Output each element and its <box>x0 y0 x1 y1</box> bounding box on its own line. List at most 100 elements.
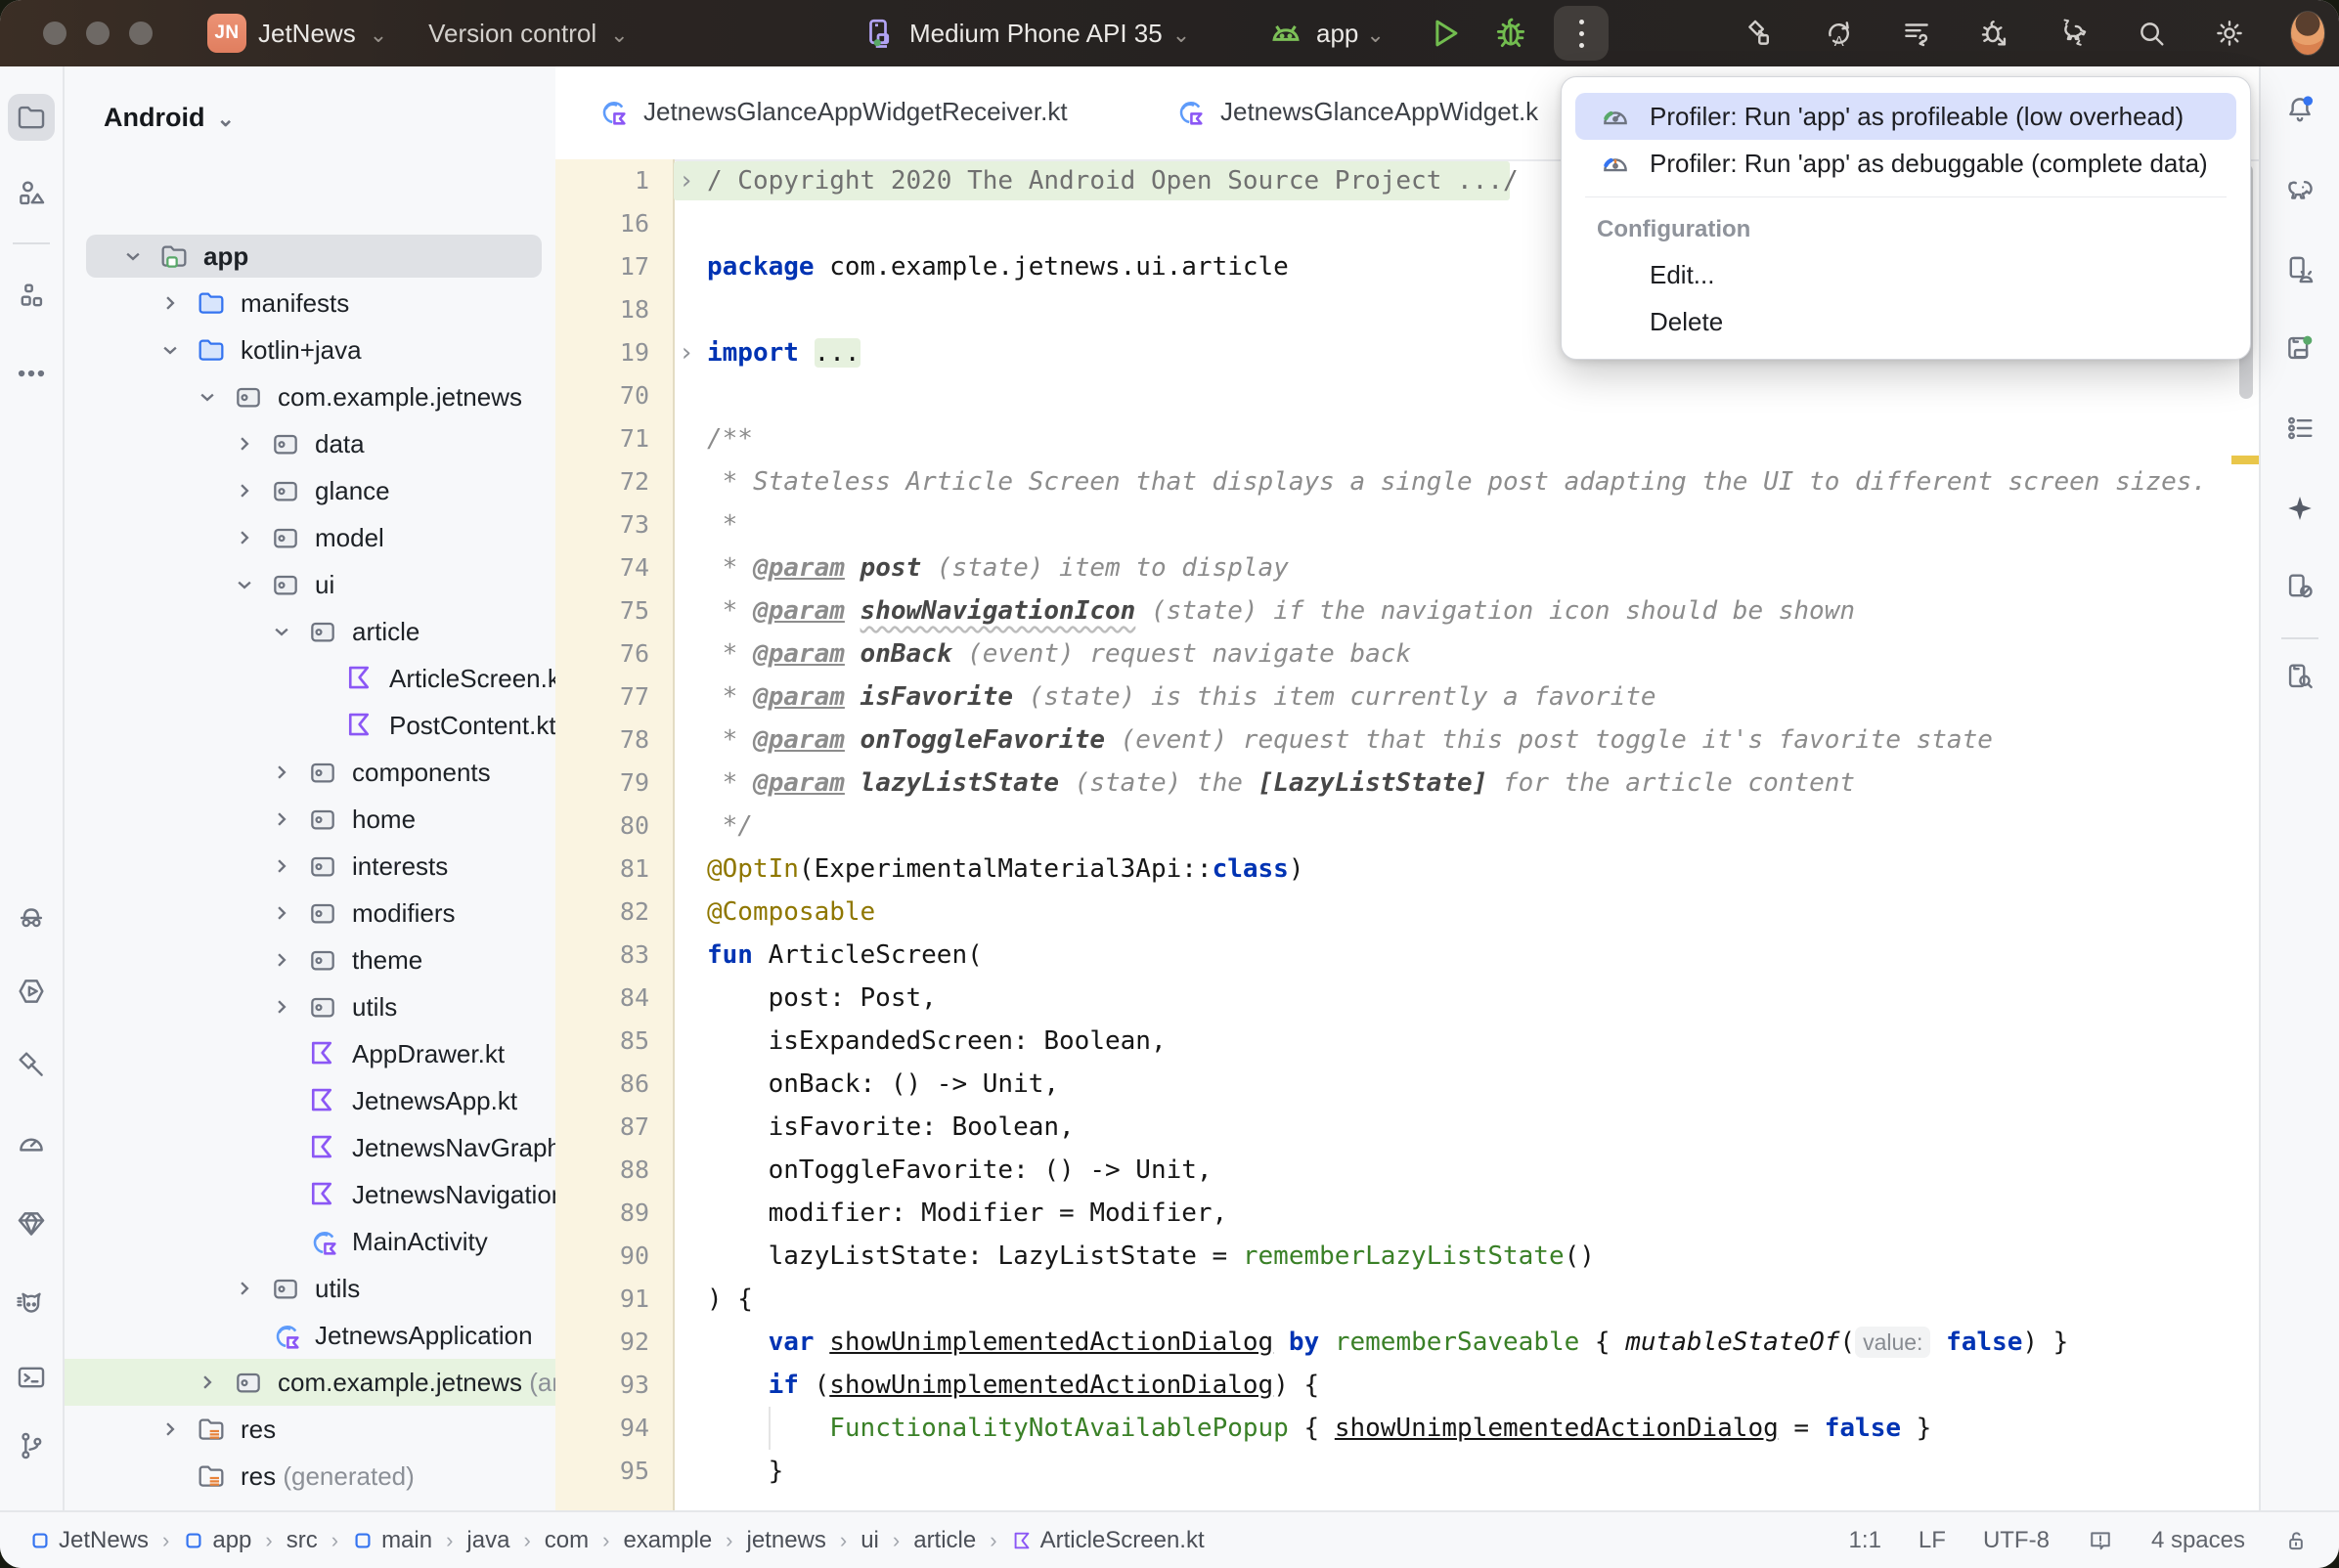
chevron-down-icon[interactable] <box>156 336 184 364</box>
tree-row-kotlin-java[interactable]: kotlin+java <box>65 327 555 373</box>
close-window-button[interactable] <box>43 22 66 45</box>
line-number[interactable]: 1 <box>555 159 649 202</box>
line-number[interactable]: 75 <box>555 589 649 632</box>
device-selector[interactable]: Medium Phone API 35 ⌄ <box>861 0 1192 66</box>
breadcrumb-item-app[interactable]: app <box>183 1527 251 1554</box>
status-item-1-1[interactable]: 1:1 <box>1849 1527 1881 1554</box>
line-number[interactable]: 79 <box>555 762 649 805</box>
line-number[interactable]: 77 <box>555 675 649 719</box>
tree-row-components[interactable]: components <box>65 749 555 796</box>
code-line-95[interactable]: 95 } <box>555 1450 2259 1493</box>
tool-button-device-explorer[interactable] <box>2276 653 2323 700</box>
chevron-right-icon[interactable] <box>231 1275 258 1302</box>
line-number[interactable]: 95 <box>555 1450 649 1493</box>
line-number[interactable]: 80 <box>555 805 649 848</box>
tree-row-gradle-scripts[interactable]: Gradle Scripts <box>65 1500 555 1510</box>
gradle-sync-icon-button[interactable] <box>2055 16 2091 51</box>
line-number[interactable]: 73 <box>555 503 649 546</box>
tool-button-app-inspection[interactable] <box>8 1200 55 1247</box>
code-line-75[interactable]: 75 * @param showNavigationIcon (state) i… <box>555 589 2259 632</box>
tool-button-version-control[interactable] <box>8 1422 55 1469</box>
breadcrumb-item-com[interactable]: com <box>545 1527 589 1554</box>
tool-button-project-folder[interactable] <box>8 94 55 141</box>
status-item-4-spaces[interactable]: 4 spaces <box>2151 1527 2245 1554</box>
line-number[interactable]: 92 <box>555 1321 649 1364</box>
code-line-92[interactable]: 92 var showUnimplementedActionDialog by … <box>555 1321 2259 1364</box>
tree-row-postcontent-kt[interactable]: PostContent.kt <box>65 702 555 749</box>
debug-button[interactable] <box>1492 0 1529 66</box>
chevron-down-icon[interactable] <box>119 242 147 270</box>
tree-row-modifiers[interactable]: modifiers <box>65 890 555 936</box>
line-number[interactable]: 19 <box>555 331 649 374</box>
line-number[interactable]: 72 <box>555 460 649 503</box>
tree-row-glance[interactable]: glance <box>65 467 555 514</box>
breadcrumb-item-articlescreen-kt[interactable]: ArticleScreen.kt <box>1011 1527 1205 1554</box>
status-inspections-widget-icon[interactable] <box>2087 1527 2114 1554</box>
line-number[interactable]: 84 <box>555 977 649 1020</box>
tool-button-structure[interactable] <box>8 273 55 320</box>
code-line-80[interactable]: 80 */ <box>555 805 2259 848</box>
attach-debugger-icon-button[interactable] <box>1977 16 2012 51</box>
warning-stripe-mark[interactable] <box>2231 456 2259 464</box>
run-config-selector[interactable]: app ⌄ <box>1267 0 1387 66</box>
line-number[interactable]: 85 <box>555 1020 649 1063</box>
menu-item-edit[interactable]: Edit... <box>1650 253 1714 296</box>
line-number[interactable]: 88 <box>555 1149 649 1192</box>
code-line-85[interactable]: 85 isExpandedScreen: Boolean, <box>555 1020 2259 1063</box>
search-icon-button[interactable] <box>2134 16 2169 51</box>
code-line-74[interactable]: 74 * @param post (state) item to display <box>555 546 2259 589</box>
tool-button-running-devices[interactable] <box>2276 325 2323 371</box>
zoom-window-button[interactable] <box>129 22 153 45</box>
tree-row-jetnewsnavigation[interactable]: JetnewsNavigation <box>65 1171 555 1218</box>
line-number[interactable]: 91 <box>555 1278 649 1321</box>
tree-row-model[interactable]: model <box>65 514 555 561</box>
chevron-down-icon[interactable] <box>194 383 221 411</box>
tree-row-ui[interactable]: ui <box>65 561 555 608</box>
line-number[interactable]: 74 <box>555 546 649 589</box>
code-line-84[interactable]: 84 post: Post, <box>555 977 2259 1020</box>
line-number[interactable]: 81 <box>555 848 649 891</box>
code-line-93[interactable]: 93 if (showUnimplementedActionDialog) { <box>555 1364 2259 1407</box>
breadcrumb-item-main[interactable]: main <box>352 1527 432 1554</box>
project-view-selector[interactable]: Android ⌄ <box>104 96 237 139</box>
chevron-right-icon[interactable] <box>268 993 295 1021</box>
project-name-menu[interactable]: JetNews <box>258 19 356 49</box>
chevron-down-icon[interactable] <box>268 618 295 645</box>
tree-row-articlescreen-kt[interactable]: ArticleScreen.kt <box>65 655 555 702</box>
tree-row-manifests[interactable]: manifests <box>65 280 555 327</box>
line-number[interactable]: 86 <box>555 1063 649 1106</box>
line-number[interactable]: 78 <box>555 719 649 762</box>
breadcrumb-item-jetnews[interactable]: JetNews <box>29 1527 149 1554</box>
line-number[interactable]: 17 <box>555 245 649 288</box>
tool-button-notifications-bell[interactable] <box>2276 86 2323 133</box>
code-line-81[interactable]: 81@OptIn(ExperimentalMaterial3Api::class… <box>555 848 2259 891</box>
tool-button-resource-manager[interactable] <box>8 170 55 217</box>
code-line-86[interactable]: 86 onBack: () -> Unit, <box>555 1063 2259 1106</box>
tree-row-theme[interactable]: theme <box>65 936 555 983</box>
code-viewport[interactable]: 1›/ Copyright 2020 The Android Open Sour… <box>555 159 2259 1510</box>
tool-button-profiler-tool[interactable] <box>8 1120 55 1167</box>
tree-row-interests[interactable]: interests <box>65 843 555 890</box>
code-line-79[interactable]: 79 * @param lazyListState (state) the [L… <box>555 762 2259 805</box>
line-number[interactable]: 89 <box>555 1192 649 1235</box>
tool-button-more-tools[interactable] <box>8 350 55 397</box>
tree-row-mainactivity[interactable]: MainActivity <box>65 1218 555 1265</box>
version-control-menu[interactable]: Version control <box>428 19 596 49</box>
editor-tab-1[interactable]: JetnewsGlanceAppWidgetReceiver.kt <box>596 66 1068 157</box>
tool-button-gemini-star[interactable] <box>2276 485 2323 532</box>
tree-row-res[interactable]: res <box>65 1406 555 1453</box>
code-line-71[interactable]: 71/** <box>555 417 2259 460</box>
code-line-77[interactable]: 77 * @param isFavorite (state) is this i… <box>555 675 2259 719</box>
tree-row-home[interactable]: home <box>65 796 555 843</box>
editor-tab-2[interactable]: JetnewsGlanceAppWidget.k <box>1173 66 1538 157</box>
breadcrumb-item-example[interactable]: example <box>623 1527 712 1554</box>
chevron-right-icon[interactable] <box>156 1416 184 1443</box>
tree-row-jetnewsapplication[interactable]: JetnewsApplication <box>65 1312 555 1359</box>
run-button[interactable] <box>1426 0 1463 66</box>
breadcrumb-item-article[interactable]: article <box>913 1527 976 1554</box>
code-line-89[interactable]: 89 modifier: Modifier = Modifier, <box>555 1192 2259 1235</box>
status-item-utf-8[interactable]: UTF-8 <box>1983 1527 2050 1554</box>
tree-row-app[interactable]: app <box>65 233 555 280</box>
chevron-right-icon[interactable] <box>194 1369 221 1396</box>
tool-button-build[interactable] <box>8 1041 55 1088</box>
